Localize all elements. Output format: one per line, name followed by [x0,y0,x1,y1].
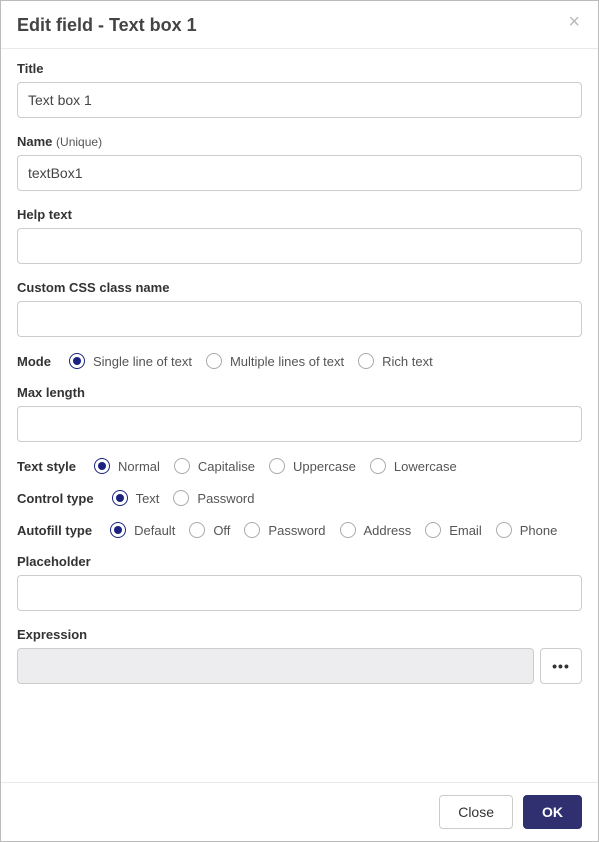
radio-icon [370,458,386,474]
close-icon[interactable]: × [566,15,582,29]
field-maxlen: Max length [17,385,582,442]
name-label-text: Name [17,134,52,149]
mode-option-multi[interactable]: Multiple lines of text [206,353,344,369]
field-autofill: Autofill type Default Off Password Addre… [17,522,582,538]
name-label-sub: (Unique) [56,135,102,149]
field-placeholder: Placeholder [17,554,582,611]
textstyle-label: Text style [17,459,76,474]
autofill-option-label: Email [449,523,482,538]
radio-icon [496,522,512,538]
autofill-option-off[interactable]: Off [189,522,230,538]
css-input[interactable] [17,301,582,337]
controltype-option-password[interactable]: Password [173,490,254,506]
radio-icon [94,458,110,474]
autofill-option-address[interactable]: Address [340,522,412,538]
field-textstyle: Text style Normal Capitalise Uppercase L… [17,458,582,474]
field-title: Title [17,61,582,118]
radio-icon [110,522,126,538]
ok-button[interactable]: OK [523,795,582,829]
radio-icon [206,353,222,369]
name-input[interactable] [17,155,582,191]
placeholder-input[interactable] [17,575,582,611]
mode-option-label: Multiple lines of text [230,354,344,369]
field-expression: Expression ••• [17,627,582,684]
controltype-option-label: Password [197,491,254,506]
field-mode: Mode Single line of text Multiple lines … [17,353,582,369]
textstyle-option-normal[interactable]: Normal [94,458,160,474]
mode-option-single[interactable]: Single line of text [69,353,192,369]
autofill-option-default[interactable]: Default [110,522,175,538]
radio-icon [244,522,260,538]
expression-input[interactable] [17,648,534,684]
textstyle-option-label: Capitalise [198,459,255,474]
radio-icon [174,458,190,474]
help-input[interactable] [17,228,582,264]
autofill-option-label: Password [268,523,325,538]
edit-field-modal: Edit field - Text box 1 × Title Name (Un… [0,0,599,842]
field-name: Name (Unique) [17,134,582,191]
radio-icon [173,490,189,506]
title-input[interactable] [17,82,582,118]
radio-icon [269,458,285,474]
ellipsis-icon: ••• [552,658,570,674]
help-label: Help text [17,207,582,222]
close-button[interactable]: Close [439,795,513,829]
autofill-option-label: Address [364,523,412,538]
controltype-option-label: Text [136,491,160,506]
placeholder-label: Placeholder [17,554,582,569]
field-css: Custom CSS class name [17,280,582,337]
autofill-option-label: Off [213,523,230,538]
mode-option-label: Single line of text [93,354,192,369]
autofill-option-label: Phone [520,523,558,538]
maxlen-label: Max length [17,385,582,400]
modal-header: Edit field - Text box 1 × [1,1,598,48]
textstyle-option-capitalise[interactable]: Capitalise [174,458,255,474]
autofill-label: Autofill type [17,523,92,538]
expression-browse-button[interactable]: ••• [540,648,582,684]
css-label: Custom CSS class name [17,280,582,295]
textstyle-option-lowercase[interactable]: Lowercase [370,458,457,474]
textstyle-option-uppercase[interactable]: Uppercase [269,458,356,474]
radio-icon [340,522,356,538]
radio-icon [112,490,128,506]
name-label: Name (Unique) [17,134,582,149]
expression-row: ••• [17,648,582,684]
autofill-option-email[interactable]: Email [425,522,482,538]
textstyle-option-label: Lowercase [394,459,457,474]
radio-icon [69,353,85,369]
modal-footer: Close OK [1,782,598,841]
expression-label: Expression [17,627,582,642]
textstyle-option-label: Normal [118,459,160,474]
field-controltype: Control type Text Password [17,490,582,506]
radio-icon [189,522,205,538]
autofill-option-phone[interactable]: Phone [496,522,558,538]
controltype-option-text[interactable]: Text [112,490,160,506]
maxlen-input[interactable] [17,406,582,442]
radio-icon [425,522,441,538]
modal-body: Title Name (Unique) Help text Custom CSS… [1,49,598,782]
mode-label: Mode [17,354,51,369]
mode-option-label: Rich text [382,354,433,369]
controltype-label: Control type [17,491,94,506]
modal-title: Edit field - Text box 1 [17,15,197,36]
field-help: Help text [17,207,582,264]
radio-icon [358,353,374,369]
title-label: Title [17,61,582,76]
textstyle-option-label: Uppercase [293,459,356,474]
autofill-option-password[interactable]: Password [244,522,325,538]
mode-option-rich[interactable]: Rich text [358,353,433,369]
autofill-option-label: Default [134,523,175,538]
